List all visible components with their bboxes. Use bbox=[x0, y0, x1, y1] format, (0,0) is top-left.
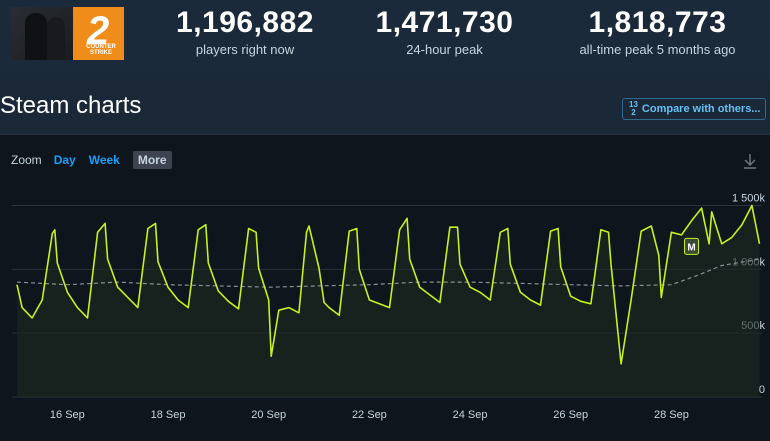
character-figure-secondary bbox=[47, 17, 65, 60]
x-tick-label: 22 Sep bbox=[352, 409, 387, 421]
stat-label: 24-hour peak bbox=[406, 42, 483, 57]
section-title: Steam charts bbox=[0, 92, 142, 119]
x-tick-label: 16 Sep bbox=[50, 409, 85, 421]
y-tick-label: 1 500k bbox=[732, 193, 766, 205]
character-figure bbox=[25, 13, 47, 60]
stat-24h-peak: 1,471,730 24-hour peak bbox=[362, 4, 527, 58]
x-tick-label: 24 Sep bbox=[453, 409, 488, 421]
compare-button[interactable]: 13 2 Compare with others... bbox=[622, 98, 766, 120]
series-area bbox=[17, 205, 760, 397]
game-logo[interactable]: 2 COUNTER STRIKE bbox=[11, 7, 124, 60]
stat-value: 1,196,882 bbox=[176, 6, 314, 39]
stat-label: all-time peak 5 months ago bbox=[579, 42, 736, 57]
compare-button-label: Compare with others... bbox=[641, 103, 761, 115]
stat-all-time-peak: 1,818,773 all-time peak 5 months ago bbox=[565, 4, 750, 58]
stat-value: 1,818,773 bbox=[588, 6, 727, 39]
x-tick-label: 28 Sep bbox=[654, 409, 689, 421]
fraction-icon-bottom: 2 bbox=[631, 108, 636, 117]
x-tick-label: 18 Sep bbox=[151, 409, 186, 421]
x-tick-label: 26 Sep bbox=[553, 409, 588, 421]
stat-players-now: 1,196,882 players right now bbox=[160, 4, 330, 58]
stat-label: players right now bbox=[195, 42, 295, 57]
stats-header: 2 COUNTER STRIKE 1,196,882 players right… bbox=[0, 0, 770, 77]
chart-panel: Zoom Day Week More 0500k1 000k1 500k16 S… bbox=[0, 134, 770, 441]
y-tick-label: 0 bbox=[759, 384, 765, 396]
stat-value: 1,471,730 bbox=[375, 6, 514, 39]
event-marker-label: M bbox=[687, 242, 695, 253]
fraction-icon: 13 2 bbox=[629, 101, 638, 117]
x-tick-label: 20 Sep bbox=[251, 409, 286, 421]
player-count-chart[interactable]: 0500k1 000k1 500k16 Sep18 Sep20 Sep22 Se… bbox=[0, 135, 770, 441]
game-logo-text: COUNTER STRIKE bbox=[86, 44, 116, 56]
